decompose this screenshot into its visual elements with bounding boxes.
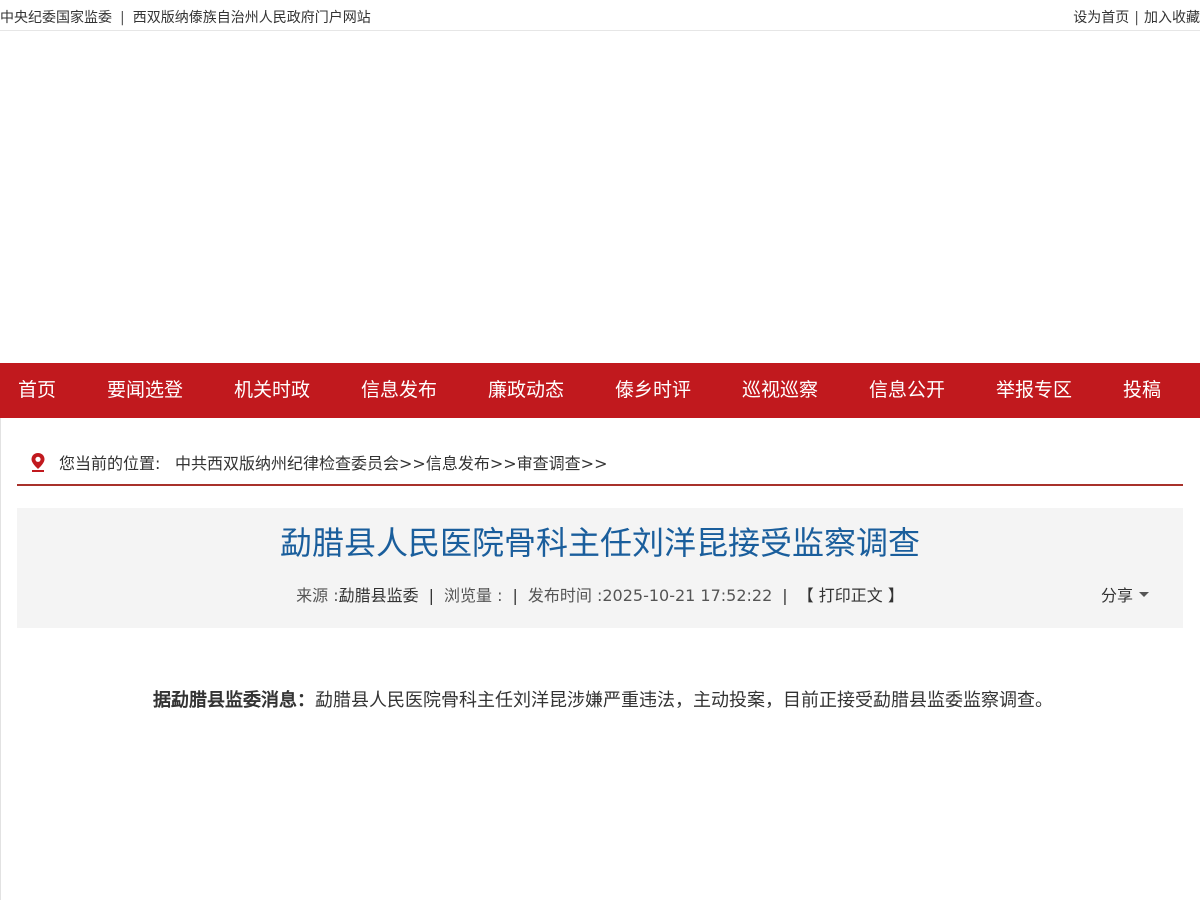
breadcrumb-item-investigation[interactable]: 审查调查 [517, 454, 581, 473]
views-label: 浏览量 : [444, 586, 503, 605]
nav-item-affairs[interactable]: 机关时政 [234, 363, 310, 418]
nav-item-info[interactable]: 信息发布 [361, 363, 437, 418]
article-lead: 据勐腊县监委消息： [153, 690, 315, 711]
article-title: 勐腊县人民医院骨科主任刘洋昆接受监察调查 [279, 524, 920, 562]
location-pin-icon [31, 453, 45, 472]
share-label: 分享 [1100, 586, 1133, 605]
breadcrumb-separator: >> [399, 454, 426, 473]
nav-item-submit[interactable]: 投稿 [1123, 363, 1161, 418]
time-label: 发布时间 : [527, 586, 603, 605]
source-label: 来源 : [296, 586, 339, 605]
meta-separator: | [512, 586, 518, 605]
main-nav: 首页 要闻选登 机关时政 信息发布 廉政动态 傣乡时评 巡视巡察 信息公开 举报… [0, 363, 1200, 418]
top-utility-bar: 中央纪委国家监委 | 西双版纳傣族自治州人民政府门户网站 设为首页 | 加入收藏 [0, 0, 1200, 31]
add-favorite-link[interactable]: 加入收藏 [1144, 10, 1200, 26]
breadcrumb-item-home[interactable]: 中共西双版纳州纪律检查委员会 [175, 454, 399, 473]
breadcrumb-separator: >> [489, 454, 517, 473]
article-body: 据勐腊县监委消息：勐腊县人民医院骨科主任刘洋昆涉嫌严重违法，主动投案，目前正接受… [117, 684, 1077, 717]
breadcrumb-separator: >> [580, 454, 608, 473]
top-links-right: 设为首页 | 加入收藏 [1073, 7, 1200, 27]
nav-item-disclosure[interactable]: 信息公开 [869, 363, 945, 418]
nav-item-report[interactable]: 举报专区 [996, 363, 1072, 418]
article-meta: 来源 :勐腊县监委 | 浏览量 : | 发布时间 :2025-10-21 17:52:2… [17, 582, 1183, 606]
meta-separator: | [428, 586, 434, 605]
article-text: 勐腊县人民医院骨科主任刘洋昆涉嫌严重违法，主动投案，目前正接受勐腊县监委监察调查… [315, 690, 1053, 711]
link-xsbn-gov[interactable]: 西双版纳傣族自治州人民政府门户网站 [133, 10, 371, 26]
top-separator: | [1134, 10, 1139, 26]
nav-item-integrity[interactable]: 廉政动态 [488, 363, 564, 418]
caret-down-icon [1139, 592, 1149, 597]
nav-item-inspection[interactable]: 巡视巡察 [742, 363, 818, 418]
top-separator: | [120, 10, 125, 26]
set-homepage-link[interactable]: 设为首页 [1073, 10, 1129, 26]
meta-separator: | [782, 586, 788, 605]
time-value: 2025-10-21 17:52:22 [602, 586, 773, 605]
link-ccdi[interactable]: 中央纪委国家监委 [0, 10, 112, 26]
nav-item-news[interactable]: 要闻选登 [107, 363, 183, 418]
share-dropdown[interactable]: 分享 [1101, 582, 1149, 606]
header-banner [0, 32, 1200, 363]
breadcrumb-label: 您当前的位置: [59, 454, 161, 473]
nav-item-commentary[interactable]: 傣乡时评 [615, 363, 691, 418]
article-header: 勐腊县人民医院骨科主任刘洋昆接受监察调查 来源 :勐腊县监委 | 浏览量 : | 发布时… [17, 508, 1183, 628]
top-links-left: 中央纪委国家监委 | 西双版纳傣族自治州人民政府门户网站 [0, 7, 371, 27]
source-value: 勐腊县监委 [338, 586, 419, 605]
frame-divider [0, 418, 1, 900]
print-article-button[interactable]: 【 打印正文 】 [798, 586, 904, 605]
breadcrumb: 您当前的位置: 中共西双版纳州纪律检查委员会>>信息发布>>审查调查>> [17, 436, 1183, 486]
nav-item-home[interactable]: 首页 [18, 363, 56, 418]
breadcrumb-item-info[interactable]: 信息发布 [426, 454, 490, 473]
breadcrumb-path: 中共西双版纳州纪律检查委员会>>信息发布>>审查调查>> [175, 450, 607, 474]
